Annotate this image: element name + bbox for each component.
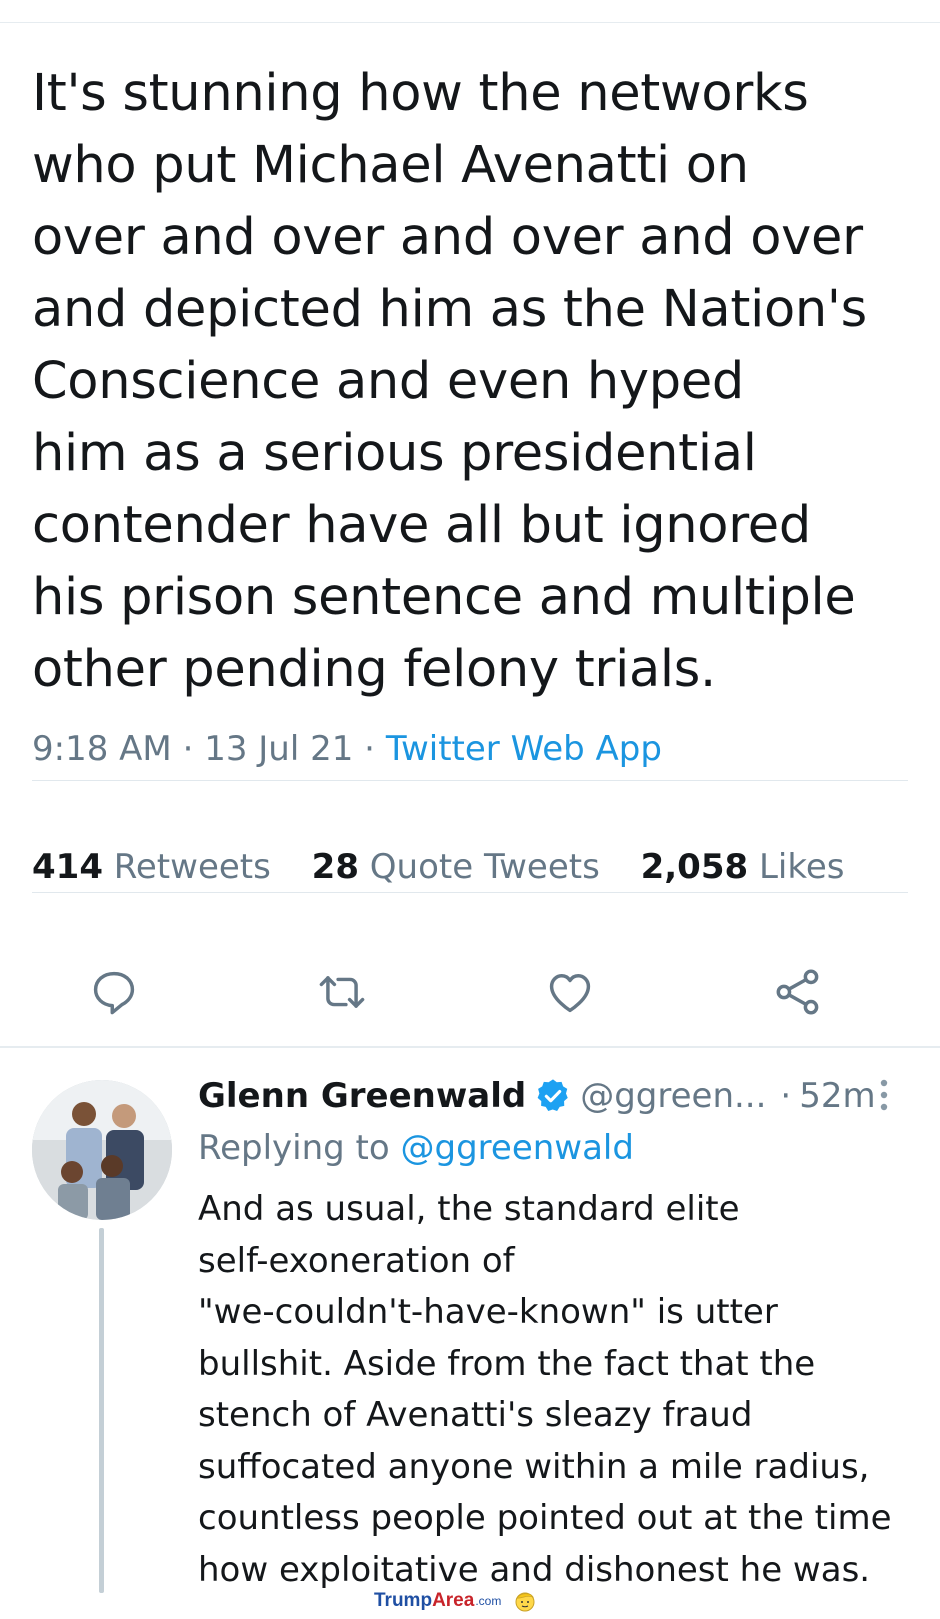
- share-button[interactable]: [761, 955, 835, 1029]
- more-options-icon[interactable]: [874, 1075, 894, 1115]
- reply-timestamp[interactable]: 52m: [799, 1072, 875, 1120]
- tweet-source-link[interactable]: Twitter Web App: [386, 729, 662, 769]
- section-divider: [0, 1046, 940, 1048]
- watermark-text-part1: Trump: [374, 1590, 433, 1611]
- top-divider: [0, 22, 940, 23]
- watermark-text-part2: Area: [432, 1590, 475, 1611]
- tweet-meta: 9:18 AM · 13 Jul 21 · Twitter Web App: [32, 725, 662, 773]
- quote-tweets-label: Quote Tweets: [369, 847, 600, 887]
- watermark: Trump Area .com: [374, 1586, 537, 1616]
- retweet-icon: [319, 976, 365, 1008]
- reply-header: Glenn Greenwald @ggreen... · 52m: [198, 1072, 876, 1120]
- reply-author-handle[interactable]: @ggreen...: [580, 1072, 766, 1120]
- retweets-label: Retweets: [113, 847, 271, 887]
- likes-count: 2,058: [640, 847, 749, 887]
- retweet-button[interactable]: [305, 955, 379, 1029]
- watermark-logo-icon: [515, 1592, 535, 1612]
- like-icon: [549, 974, 591, 1013]
- quote-tweets-count: 28: [311, 847, 359, 887]
- avatar[interactable]: [32, 1080, 172, 1220]
- tweet-actions: [0, 955, 940, 1029]
- header-separator: ·: [780, 1076, 792, 1116]
- retweets-stat[interactable]: 414 Retweets: [32, 847, 271, 887]
- replying-to-label: Replying to: [198, 1128, 390, 1168]
- replying-to-mention[interactable]: @ggreenwald: [401, 1128, 634, 1168]
- reply-button[interactable]: [77, 955, 151, 1029]
- share-icon: [776, 969, 819, 1015]
- avatar-photo: [32, 1080, 172, 1220]
- quote-tweets-stat[interactable]: 28 Quote Tweets: [312, 847, 600, 887]
- tweet-text: It's stunning how the networks who put M…: [32, 64, 867, 699]
- like-button[interactable]: [533, 955, 607, 1029]
- watermark-text-part3: .com: [475, 1594, 502, 1608]
- tweet-date: 13 Jul 21: [204, 729, 354, 769]
- divider: [32, 780, 908, 781]
- tweet-time: 9:18 AM: [32, 729, 172, 769]
- likes-stat[interactable]: 2,058 Likes: [641, 847, 845, 887]
- divider: [32, 892, 908, 893]
- retweets-count: 414: [32, 847, 103, 887]
- thread-line: [99, 1228, 104, 1593]
- meta-separator: ·: [171, 729, 205, 769]
- likes-label: Likes: [758, 847, 845, 887]
- meta-separator: ·: [353, 729, 386, 769]
- reply-author-name[interactable]: Glenn Greenwald: [198, 1072, 526, 1120]
- tweet-stats: 414 Retweets 28 Quote Tweets 2,058 Likes: [32, 843, 874, 891]
- reply-text: And as usual, the standard elite self-ex…: [198, 1189, 892, 1590]
- replying-to: Replying to @ggreenwald: [198, 1124, 634, 1172]
- verified-badge-icon: [537, 1079, 568, 1112]
- reply-icon: [93, 971, 135, 1015]
